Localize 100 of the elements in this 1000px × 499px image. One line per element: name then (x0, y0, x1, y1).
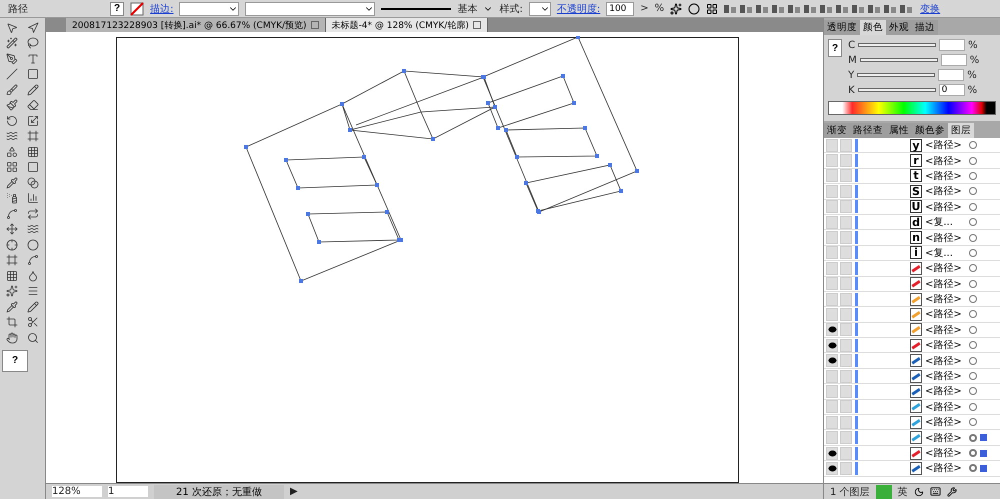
layer-row[interactable]: <路径> (824, 276, 1000, 292)
target-icon[interactable] (969, 264, 977, 272)
close-icon[interactable] (310, 21, 319, 29)
lock-toggle[interactable] (840, 338, 852, 352)
value-field[interactable] (938, 69, 964, 81)
document-tab[interactable]: 未标题-4* @ 128% (CMYK/轮廓) (326, 18, 488, 32)
layer-row[interactable]: r <路径> (824, 153, 1000, 169)
target-icon[interactable] (969, 218, 977, 226)
visibility-toggle[interactable] (826, 384, 838, 398)
lock-toggle[interactable] (840, 184, 852, 198)
target-icon[interactable] (969, 372, 977, 380)
lock-toggle[interactable] (840, 323, 852, 336)
document-tab[interactable]: 200817123228903 [转换].ai* @ 66.67% (CMYK/预览) (66, 18, 326, 32)
lock-toggle[interactable] (840, 216, 852, 229)
visibility-toggle[interactable] (826, 416, 838, 429)
slider-track[interactable] (860, 58, 938, 62)
lock-toggle[interactable] (840, 200, 852, 214)
visibility-toggle[interactable] (826, 231, 838, 244)
target-icon[interactable] (969, 280, 977, 288)
lock-toggle[interactable] (840, 400, 852, 414)
wrench-icon[interactable] (946, 486, 957, 496)
lock-toggle[interactable] (840, 308, 852, 321)
target-icon[interactable] (969, 202, 977, 211)
visibility-toggle[interactable] (826, 323, 838, 336)
layer-row[interactable]: t <路径> (824, 168, 1000, 184)
visibility-toggle[interactable] (826, 462, 838, 475)
fill-swatch[interactable]: ? (828, 39, 842, 57)
target-icon[interactable] (969, 310, 977, 318)
visibility-toggle[interactable] (826, 338, 838, 352)
layer-row[interactable]: S <路径> (824, 184, 1000, 200)
visibility-toggle[interactable] (826, 184, 838, 198)
stroke-swatch-icon[interactable] (130, 2, 144, 16)
visibility-toggle[interactable] (826, 308, 838, 321)
layer-row[interactable]: <路径> (824, 338, 1000, 354)
stroke-link[interactable]: 描边: (150, 2, 174, 16)
color-spectrum[interactable] (828, 101, 996, 115)
grid-icon[interactable] (706, 2, 718, 14)
lock-toggle[interactable] (840, 262, 852, 275)
lock-toggle[interactable] (840, 446, 852, 460)
target-icon[interactable] (969, 356, 977, 365)
close-icon[interactable] (472, 21, 481, 29)
panel-tab[interactable]: 颜色参 (912, 123, 948, 138)
lock-toggle[interactable] (840, 370, 852, 383)
fill-swatch[interactable]: ? (2, 350, 28, 372)
visibility-toggle[interactable] (826, 246, 838, 260)
layer-row[interactable]: y <路径> (824, 138, 1000, 154)
target-icon[interactable] (969, 156, 977, 165)
moon-icon[interactable] (914, 486, 924, 496)
layer-row[interactable]: <路径> (824, 400, 1000, 416)
visibility-toggle[interactable] (826, 400, 838, 414)
status-menu-arrow[interactable]: ▶ (290, 486, 298, 497)
visibility-toggle[interactable] (826, 138, 838, 152)
lock-toggle[interactable] (840, 384, 852, 398)
visibility-toggle[interactable] (826, 154, 838, 168)
slider-track[interactable] (858, 43, 936, 47)
layer-row[interactable]: <路径> (824, 261, 1000, 277)
brush-label[interactable]: 基本 (457, 2, 478, 16)
target-icon[interactable] (969, 434, 977, 442)
visibility-toggle[interactable] (826, 169, 838, 182)
layer-row[interactable]: <路径> (824, 322, 1000, 338)
panel-tab[interactable]: 描边 (912, 20, 938, 35)
layer-row[interactable]: <路径> (824, 461, 1000, 477)
target-icon[interactable] (969, 449, 977, 457)
lock-toggle[interactable] (840, 354, 852, 368)
lock-toggle[interactable] (840, 154, 852, 168)
target-icon[interactable] (969, 326, 977, 334)
layer-row[interactable]: <路径> (824, 307, 1000, 323)
panel-tab[interactable]: 图层 (948, 123, 974, 138)
sparkle-icon[interactable] (670, 2, 682, 14)
value-field[interactable]: 0 (938, 84, 965, 96)
lock-toggle[interactable] (840, 416, 852, 429)
lock-toggle[interactable] (840, 462, 852, 475)
layer-row[interactable]: <路径> (824, 430, 1000, 446)
layer-row[interactable]: d <复... (824, 214, 1000, 230)
slider-track[interactable] (857, 73, 936, 77)
layer-row[interactable]: <路径> (824, 446, 1000, 462)
lock-toggle[interactable] (840, 246, 852, 260)
opacity-link[interactable]: 不透明度: (556, 2, 600, 16)
panel-tab[interactable]: 路径查 (850, 123, 886, 138)
page-dropdown[interactable]: 1 (108, 486, 148, 497)
visibility-toggle[interactable] (826, 446, 838, 460)
visibility-toggle[interactable] (826, 216, 838, 229)
visibility-toggle[interactable] (826, 370, 838, 383)
visibility-toggle[interactable] (826, 431, 838, 444)
visibility-toggle[interactable] (826, 200, 838, 214)
transform-link[interactable]: 变换 (920, 2, 940, 16)
layer-row[interactable]: <路径> (824, 415, 1000, 430)
opacity-arrow[interactable]: > (640, 3, 649, 14)
panel-tab[interactable]: 外观 (886, 20, 912, 35)
target-icon[interactable] (969, 187, 977, 196)
panel-tab[interactable]: 渐变 (824, 123, 850, 138)
target-icon[interactable] (969, 402, 977, 411)
lock-toggle[interactable] (840, 169, 852, 182)
target-icon[interactable] (969, 341, 977, 350)
value-field[interactable] (940, 54, 967, 66)
keyboard-icon[interactable] (930, 486, 941, 497)
lock-toggle[interactable] (840, 138, 852, 152)
layer-row[interactable]: <路径> (824, 368, 1000, 384)
visibility-toggle[interactable] (826, 262, 838, 275)
visibility-toggle[interactable] (826, 354, 838, 368)
